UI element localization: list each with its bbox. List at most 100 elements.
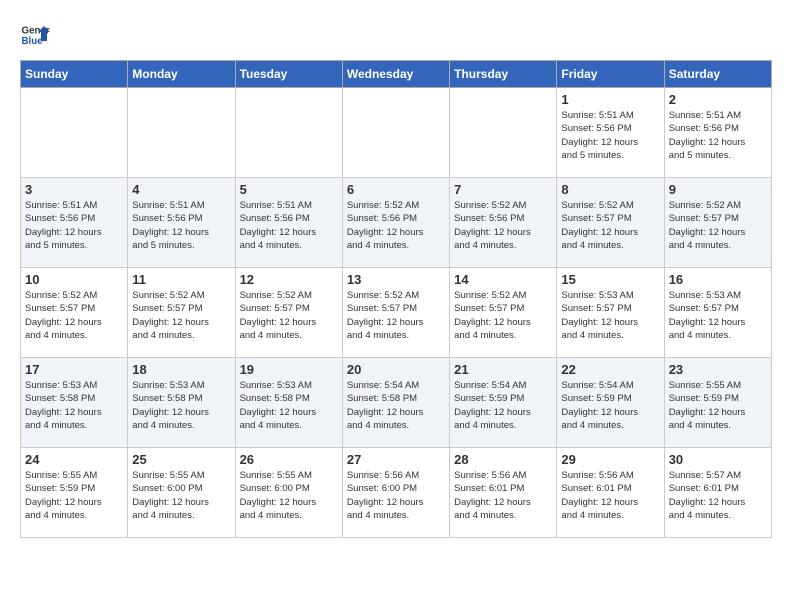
- day-cell: [450, 88, 557, 178]
- day-cell: 15 Sunrise: 5:53 AM Sunset: 5:57 PM Dayli…: [557, 268, 664, 358]
- day-cell: 28 Sunrise: 5:56 AM Sunset: 6:01 PM Dayli…: [450, 448, 557, 538]
- day-number: 20: [347, 362, 445, 377]
- day-info: Sunrise: 5:52 AM Sunset: 5:56 PM Dayligh…: [347, 199, 445, 252]
- week-row-5: 24Sunrise: 5:55 AM Sunset: 5:59 PM Dayli…: [21, 448, 772, 538]
- day-cell: 4 Sunrise: 5:51 AM Sunset: 5:56 PM Daylig…: [128, 178, 235, 268]
- day-info: Sunrise: 5:56 AM Sunset: 6:00 PM Dayligh…: [347, 469, 445, 522]
- day-cell: 24Sunrise: 5:55 AM Sunset: 5:59 PM Dayli…: [21, 448, 128, 538]
- day-number: 18: [132, 362, 230, 377]
- day-cell: [342, 88, 449, 178]
- day-info: Sunrise: 5:52 AM Sunset: 5:57 PM Dayligh…: [454, 289, 552, 342]
- day-info: Sunrise: 5:54 AM Sunset: 5:58 PM Dayligh…: [347, 379, 445, 432]
- day-info: Sunrise: 5:52 AM Sunset: 5:57 PM Dayligh…: [25, 289, 123, 342]
- day-number: 21: [454, 362, 552, 377]
- day-info: Sunrise: 5:55 AM Sunset: 6:00 PM Dayligh…: [240, 469, 338, 522]
- day-info: Sunrise: 5:51 AM Sunset: 5:56 PM Dayligh…: [240, 199, 338, 252]
- day-cell: 20 Sunrise: 5:54 AM Sunset: 5:58 PM Dayli…: [342, 358, 449, 448]
- day-number: 12: [240, 272, 338, 287]
- day-cell: 13 Sunrise: 5:52 AM Sunset: 5:57 PM Dayli…: [342, 268, 449, 358]
- day-info: Sunrise: 5:53 AM Sunset: 5:58 PM Dayligh…: [132, 379, 230, 432]
- day-number: 24: [25, 452, 123, 467]
- day-cell: 18 Sunrise: 5:53 AM Sunset: 5:58 PM Dayli…: [128, 358, 235, 448]
- day-info: Sunrise: 5:53 AM Sunset: 5:57 PM Dayligh…: [561, 289, 659, 342]
- day-cell: 22Sunrise: 5:54 AM Sunset: 5:59 PM Dayli…: [557, 358, 664, 448]
- day-cell: 27Sunrise: 5:56 AM Sunset: 6:00 PM Dayli…: [342, 448, 449, 538]
- calendar-table: SundayMondayTuesdayWednesdayThursdayFrid…: [20, 60, 772, 538]
- day-cell: 30 Sunrise: 5:57 AM Sunset: 6:01 PM Dayli…: [664, 448, 771, 538]
- day-info: Sunrise: 5:52 AM Sunset: 5:57 PM Dayligh…: [347, 289, 445, 342]
- day-number: 1: [561, 92, 659, 107]
- day-cell: 19Sunrise: 5:53 AM Sunset: 5:58 PM Dayli…: [235, 358, 342, 448]
- weekday-header-row: SundayMondayTuesdayWednesdayThursdayFrid…: [21, 61, 772, 88]
- day-info: Sunrise: 5:51 AM Sunset: 5:56 PM Dayligh…: [25, 199, 123, 252]
- day-cell: 1 Sunrise: 5:51 AM Sunset: 5:56 PM Daylig…: [557, 88, 664, 178]
- day-cell: 16 Sunrise: 5:53 AM Sunset: 5:57 PM Dayli…: [664, 268, 771, 358]
- day-cell: 26 Sunrise: 5:55 AM Sunset: 6:00 PM Dayli…: [235, 448, 342, 538]
- day-number: 26: [240, 452, 338, 467]
- day-number: 3: [25, 182, 123, 197]
- logo-icon: General Blue: [20, 20, 50, 50]
- day-info: Sunrise: 5:52 AM Sunset: 5:57 PM Dayligh…: [561, 199, 659, 252]
- day-info: Sunrise: 5:51 AM Sunset: 5:56 PM Dayligh…: [561, 109, 659, 162]
- day-cell: 14 Sunrise: 5:52 AM Sunset: 5:57 PM Dayli…: [450, 268, 557, 358]
- day-cell: 3 Sunrise: 5:51 AM Sunset: 5:56 PM Daylig…: [21, 178, 128, 268]
- day-number: 13: [347, 272, 445, 287]
- day-cell: [235, 88, 342, 178]
- day-number: 23: [669, 362, 767, 377]
- weekday-header-sunday: Sunday: [21, 61, 128, 88]
- day-cell: 17 Sunrise: 5:53 AM Sunset: 5:58 PM Dayli…: [21, 358, 128, 448]
- day-info: Sunrise: 5:53 AM Sunset: 5:57 PM Dayligh…: [669, 289, 767, 342]
- weekday-header-thursday: Thursday: [450, 61, 557, 88]
- day-cell: 7Sunrise: 5:52 AM Sunset: 5:56 PM Daylig…: [450, 178, 557, 268]
- day-number: 25: [132, 452, 230, 467]
- day-number: 7: [454, 182, 552, 197]
- day-number: 14: [454, 272, 552, 287]
- week-row-2: 3 Sunrise: 5:51 AM Sunset: 5:56 PM Daylig…: [21, 178, 772, 268]
- day-number: 8: [561, 182, 659, 197]
- day-info: Sunrise: 5:52 AM Sunset: 5:57 PM Dayligh…: [132, 289, 230, 342]
- week-row-3: 10 Sunrise: 5:52 AM Sunset: 5:57 PM Dayli…: [21, 268, 772, 358]
- logo: General Blue: [20, 20, 50, 50]
- day-info: Sunrise: 5:57 AM Sunset: 6:01 PM Dayligh…: [669, 469, 767, 522]
- weekday-header-saturday: Saturday: [664, 61, 771, 88]
- header: General Blue: [20, 20, 772, 50]
- day-info: Sunrise: 5:53 AM Sunset: 5:58 PM Dayligh…: [25, 379, 123, 432]
- day-info: Sunrise: 5:54 AM Sunset: 5:59 PM Dayligh…: [454, 379, 552, 432]
- day-number: 28: [454, 452, 552, 467]
- day-cell: 10 Sunrise: 5:52 AM Sunset: 5:57 PM Dayli…: [21, 268, 128, 358]
- week-row-4: 17 Sunrise: 5:53 AM Sunset: 5:58 PM Dayli…: [21, 358, 772, 448]
- day-cell: 2Sunrise: 5:51 AM Sunset: 5:56 PM Daylig…: [664, 88, 771, 178]
- day-info: Sunrise: 5:56 AM Sunset: 6:01 PM Dayligh…: [454, 469, 552, 522]
- day-info: Sunrise: 5:55 AM Sunset: 5:59 PM Dayligh…: [669, 379, 767, 432]
- day-cell: 6Sunrise: 5:52 AM Sunset: 5:56 PM Daylig…: [342, 178, 449, 268]
- day-info: Sunrise: 5:55 AM Sunset: 6:00 PM Dayligh…: [132, 469, 230, 522]
- day-number: 22: [561, 362, 659, 377]
- day-cell: 12 Sunrise: 5:52 AM Sunset: 5:57 PM Dayli…: [235, 268, 342, 358]
- day-cell: 5 Sunrise: 5:51 AM Sunset: 5:56 PM Daylig…: [235, 178, 342, 268]
- day-info: Sunrise: 5:51 AM Sunset: 5:56 PM Dayligh…: [132, 199, 230, 252]
- day-info: Sunrise: 5:52 AM Sunset: 5:57 PM Dayligh…: [240, 289, 338, 342]
- day-cell: 11 Sunrise: 5:52 AM Sunset: 5:57 PM Dayli…: [128, 268, 235, 358]
- day-number: 11: [132, 272, 230, 287]
- day-cell: 9Sunrise: 5:52 AM Sunset: 5:57 PM Daylig…: [664, 178, 771, 268]
- day-cell: 21 Sunrise: 5:54 AM Sunset: 5:59 PM Dayli…: [450, 358, 557, 448]
- day-number: 17: [25, 362, 123, 377]
- week-row-1: 1 Sunrise: 5:51 AM Sunset: 5:56 PM Daylig…: [21, 88, 772, 178]
- day-number: 10: [25, 272, 123, 287]
- day-number: 2: [669, 92, 767, 107]
- day-number: 19: [240, 362, 338, 377]
- day-number: 5: [240, 182, 338, 197]
- day-cell: 25 Sunrise: 5:55 AM Sunset: 6:00 PM Dayli…: [128, 448, 235, 538]
- day-cell: [21, 88, 128, 178]
- day-info: Sunrise: 5:56 AM Sunset: 6:01 PM Dayligh…: [561, 469, 659, 522]
- day-number: 30: [669, 452, 767, 467]
- weekday-header-friday: Friday: [557, 61, 664, 88]
- weekday-header-wednesday: Wednesday: [342, 61, 449, 88]
- day-cell: 29 Sunrise: 5:56 AM Sunset: 6:01 PM Dayli…: [557, 448, 664, 538]
- svg-text:Blue: Blue: [22, 36, 44, 47]
- day-number: 4: [132, 182, 230, 197]
- day-number: 16: [669, 272, 767, 287]
- day-number: 29: [561, 452, 659, 467]
- day-cell: [128, 88, 235, 178]
- day-number: 15: [561, 272, 659, 287]
